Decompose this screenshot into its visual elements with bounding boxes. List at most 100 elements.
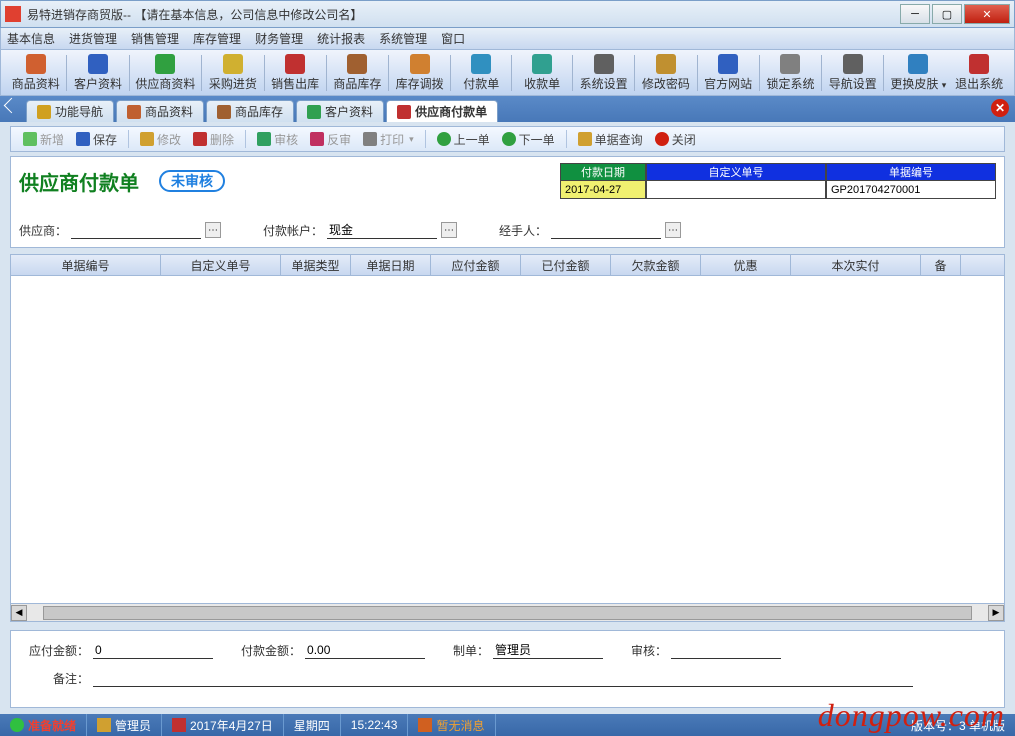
edit-button[interactable]: 修改 xyxy=(136,129,185,150)
handler-label: 经手人： xyxy=(499,222,547,239)
doc-no-header: 单据编号 xyxy=(826,163,996,181)
footer-form: 应付金额： 付款金额： 制单： 审核： 备注： xyxy=(10,630,1005,708)
auditor-label: 审核： xyxy=(631,642,667,659)
menu-财务管理[interactable]: 财务管理 xyxy=(255,30,303,47)
toolbar-修改密码[interactable]: 修改密码 xyxy=(637,52,694,94)
col-备[interactable]: 备 xyxy=(921,255,961,275)
menu-销售管理[interactable]: 销售管理 xyxy=(131,30,179,47)
scroll-thumb[interactable] xyxy=(43,606,972,620)
audit-button[interactable]: 审核 xyxy=(253,129,302,150)
toolbar-库存调拨[interactable]: 库存调拨 xyxy=(391,52,448,94)
maximize-button[interactable]: ▢ xyxy=(932,4,962,24)
col-自定义单号[interactable]: 自定义单号 xyxy=(161,255,281,275)
toolbar-更换皮肤[interactable]: 更换皮肤 ▾ xyxy=(886,52,950,94)
toolbar-icon xyxy=(285,54,305,74)
toolbar-icon xyxy=(780,54,800,74)
minimize-button[interactable]: ─ xyxy=(900,4,930,24)
toolbar-商品库存[interactable]: 商品库存 xyxy=(329,52,386,94)
header-table: 付款日期 2017-04-27 自定义单号 单据编号 GP20170427000… xyxy=(560,163,996,199)
toolbar-icon xyxy=(88,54,108,74)
status-week: 星期四 xyxy=(294,717,330,734)
horizontal-scrollbar[interactable]: ◀ ▶ xyxy=(10,604,1005,622)
payable-input[interactable] xyxy=(93,641,213,659)
toolbar-icon xyxy=(26,54,46,74)
unaudit-button[interactable]: 反审 xyxy=(306,129,355,150)
toolbar-商品资料[interactable]: 商品资料 xyxy=(7,52,64,94)
grid-body[interactable] xyxy=(10,276,1005,604)
toolbar-收款单[interactable]: 收款单 xyxy=(514,52,570,94)
paid-input[interactable] xyxy=(305,641,425,659)
paid-label: 付款金额： xyxy=(241,642,301,659)
col-欠款金额[interactable]: 欠款金额 xyxy=(611,255,701,275)
scroll-left-icon[interactable]: ◀ xyxy=(11,605,27,621)
supplier-label: 供应商： xyxy=(19,222,67,239)
account-input[interactable] xyxy=(327,221,437,239)
new-button[interactable]: 新增 xyxy=(19,129,68,150)
maker-input xyxy=(493,641,603,659)
menu-基本信息[interactable]: 基本信息 xyxy=(7,30,55,47)
next-button[interactable]: 下一单 xyxy=(498,129,559,150)
supplier-input[interactable] xyxy=(71,221,201,239)
toolbar-锁定系统[interactable]: 锁定系统 xyxy=(762,52,819,94)
col-应付金额[interactable]: 应付金额 xyxy=(431,255,521,275)
tab-商品资料[interactable]: 商品资料 xyxy=(116,100,204,122)
account-picker-icon[interactable]: ⋯ xyxy=(441,222,457,238)
tab-close-icon[interactable]: ✕ xyxy=(991,99,1009,117)
custom-no-value[interactable] xyxy=(646,181,826,199)
close-doc-button[interactable]: 关闭 xyxy=(651,129,700,150)
delete-button[interactable]: 删除 xyxy=(189,129,238,150)
toolbar-采购进货[interactable]: 采购进货 xyxy=(204,52,261,94)
tab-bar: 功能导航商品资料商品库存客户资料供应商付款单 ✕ xyxy=(0,96,1015,122)
tab-客户资料[interactable]: 客户资料 xyxy=(296,100,384,122)
toolbar-icon xyxy=(532,54,552,74)
document-title: 供应商付款单 xyxy=(19,167,139,196)
menu-进货管理[interactable]: 进货管理 xyxy=(69,30,117,47)
app-icon xyxy=(5,6,21,22)
col-优惠[interactable]: 优惠 xyxy=(701,255,791,275)
toolbar-客户资料[interactable]: 客户资料 xyxy=(69,52,126,94)
col-本次实付[interactable]: 本次实付 xyxy=(791,255,921,275)
tab-供应商付款单[interactable]: 供应商付款单 xyxy=(386,100,498,122)
toolbar-系统设置[interactable]: 系统设置 xyxy=(575,52,632,94)
pay-date-value[interactable]: 2017-04-27 xyxy=(560,181,646,199)
menu-系统管理[interactable]: 系统管理 xyxy=(379,30,427,47)
col-单据编号[interactable]: 单据编号 xyxy=(11,255,161,275)
tab-icon xyxy=(217,105,231,119)
doc-no-value: GP201704270001 xyxy=(826,181,996,199)
toolbar-icon xyxy=(347,54,367,74)
maker-label: 制单： xyxy=(453,642,489,659)
col-单据类型[interactable]: 单据类型 xyxy=(281,255,351,275)
status-bar: 准备就绪 管理员 2017年4月27日 星期四 15:22:43 暂无消息 版本… xyxy=(0,714,1015,736)
account-label: 付款帐户： xyxy=(263,222,323,239)
tab-商品库存[interactable]: 商品库存 xyxy=(206,100,294,122)
menu-统计报表[interactable]: 统计报表 xyxy=(317,30,365,47)
menu-库存管理[interactable]: 库存管理 xyxy=(193,30,241,47)
toolbar-导航设置[interactable]: 导航设置 xyxy=(824,52,881,94)
save-button[interactable]: 保存 xyxy=(72,129,121,150)
form-area: 供应商付款单 未审核 付款日期 2017-04-27 自定义单号 单据编号 GP… xyxy=(10,156,1005,248)
toolbar-销售出库[interactable]: 销售出库 xyxy=(266,52,323,94)
tab-功能导航[interactable]: 功能导航 xyxy=(26,100,114,122)
status-date: 2017年4月27日 xyxy=(190,717,273,734)
menu-窗口[interactable]: 窗口 xyxy=(441,30,465,47)
toolbar-官方网站[interactable]: 官方网站 xyxy=(699,52,756,94)
supplier-picker-icon[interactable]: ⋯ xyxy=(205,222,221,238)
close-button[interactable]: ✕ xyxy=(964,4,1010,24)
toolbar-供应商资料[interactable]: 供应商资料 xyxy=(132,52,200,94)
scroll-right-icon[interactable]: ▶ xyxy=(988,605,1004,621)
print-button[interactable]: 打印▾ xyxy=(359,129,418,150)
handler-input[interactable] xyxy=(551,221,661,239)
prev-button[interactable]: 上一单 xyxy=(433,129,494,150)
tab-icon xyxy=(37,105,51,119)
handler-picker-icon[interactable]: ⋯ xyxy=(665,222,681,238)
toolbar-付款单[interactable]: 付款单 xyxy=(453,52,509,94)
toolbar-退出系统[interactable]: 退出系统 xyxy=(950,52,1007,94)
document-toolbar: 新增 保存 修改 删除 审核 反审 打印▾ 上一单 下一单 单据查询 关闭 xyxy=(10,126,1005,152)
remark-input[interactable] xyxy=(93,669,913,687)
tab-icon xyxy=(307,105,321,119)
audit-stamp: 未审核 xyxy=(159,170,225,192)
user-icon xyxy=(97,718,111,732)
query-button[interactable]: 单据查询 xyxy=(574,129,647,150)
col-单据日期[interactable]: 单据日期 xyxy=(351,255,431,275)
col-已付金额[interactable]: 已付金额 xyxy=(521,255,611,275)
